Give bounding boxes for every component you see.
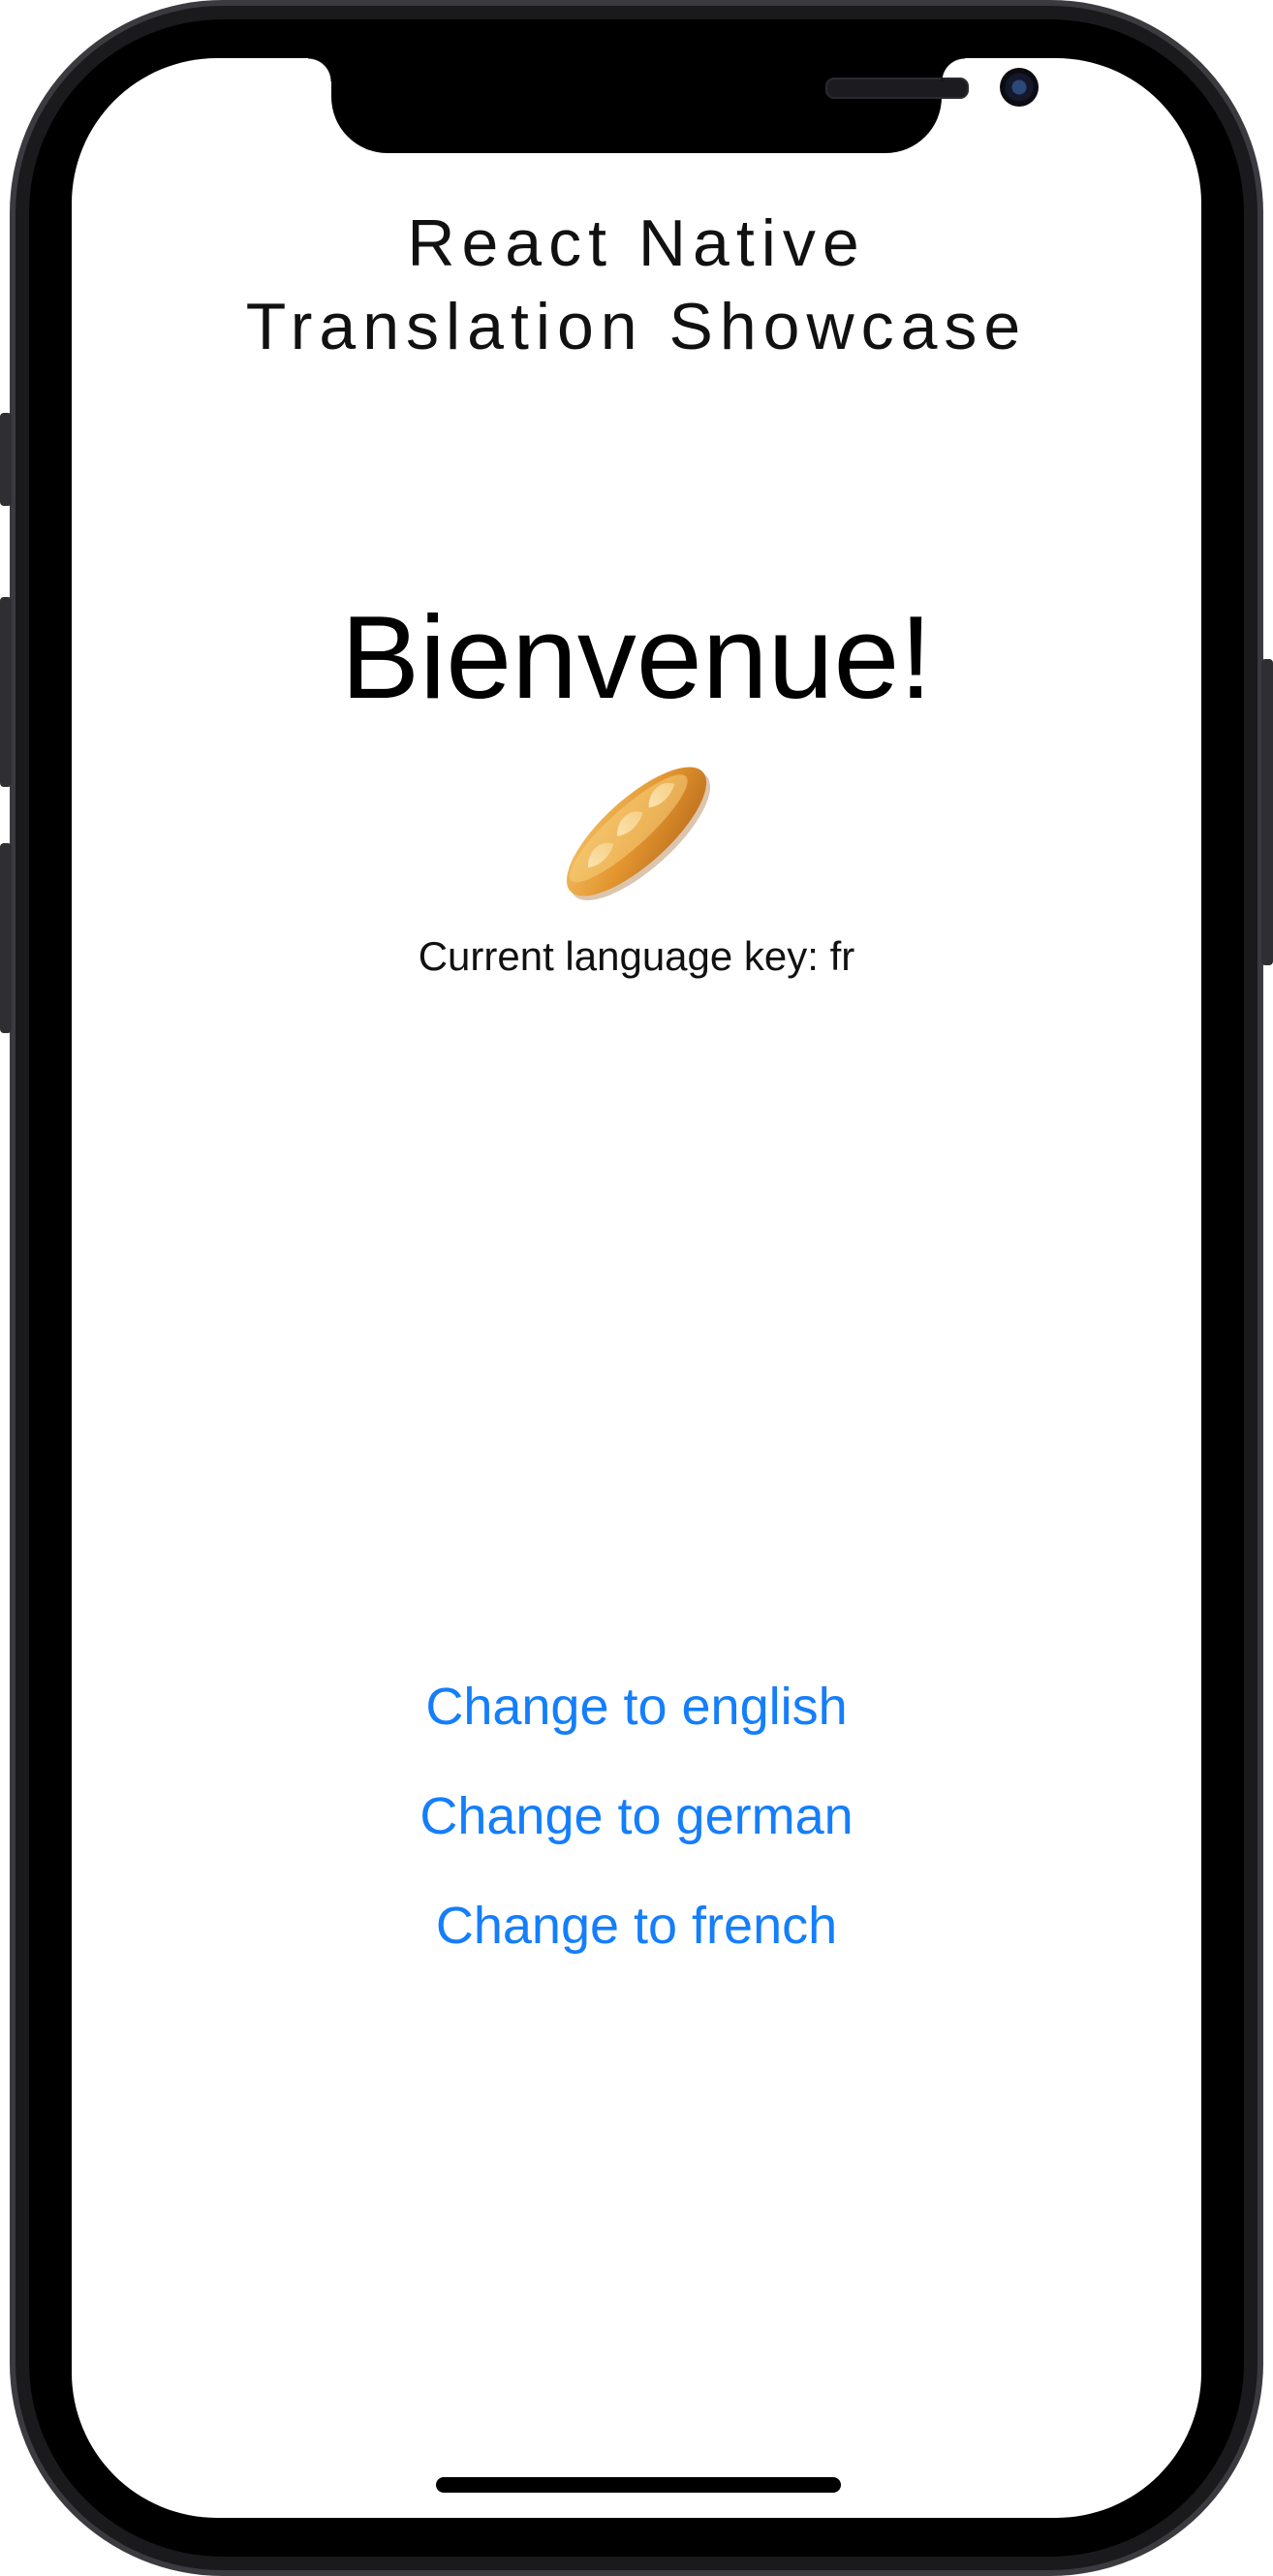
home-indicator[interactable] xyxy=(436,2477,841,2493)
notch xyxy=(331,58,1039,153)
change-to-english-button[interactable]: Change to english xyxy=(72,1673,1201,1741)
change-to-french-button[interactable]: Change to french xyxy=(72,1892,1201,1960)
silent-switch xyxy=(0,413,12,506)
current-language-label: Current language key: fr xyxy=(418,933,855,979)
notch-corner xyxy=(942,58,965,81)
app-title: React Native Translation Showcase xyxy=(245,206,1028,363)
welcome-heading: Bienvenue! xyxy=(340,591,933,723)
app-screen: React Native Translation Showcase Bienve… xyxy=(72,58,1201,2518)
baguette-icon xyxy=(544,744,729,919)
notch-corner xyxy=(308,58,331,81)
volume-up-button xyxy=(0,597,12,787)
volume-down-button xyxy=(0,843,12,1033)
front-camera-icon xyxy=(1000,68,1039,107)
change-to-german-button[interactable]: Change to german xyxy=(72,1782,1201,1850)
power-button xyxy=(1261,659,1273,965)
